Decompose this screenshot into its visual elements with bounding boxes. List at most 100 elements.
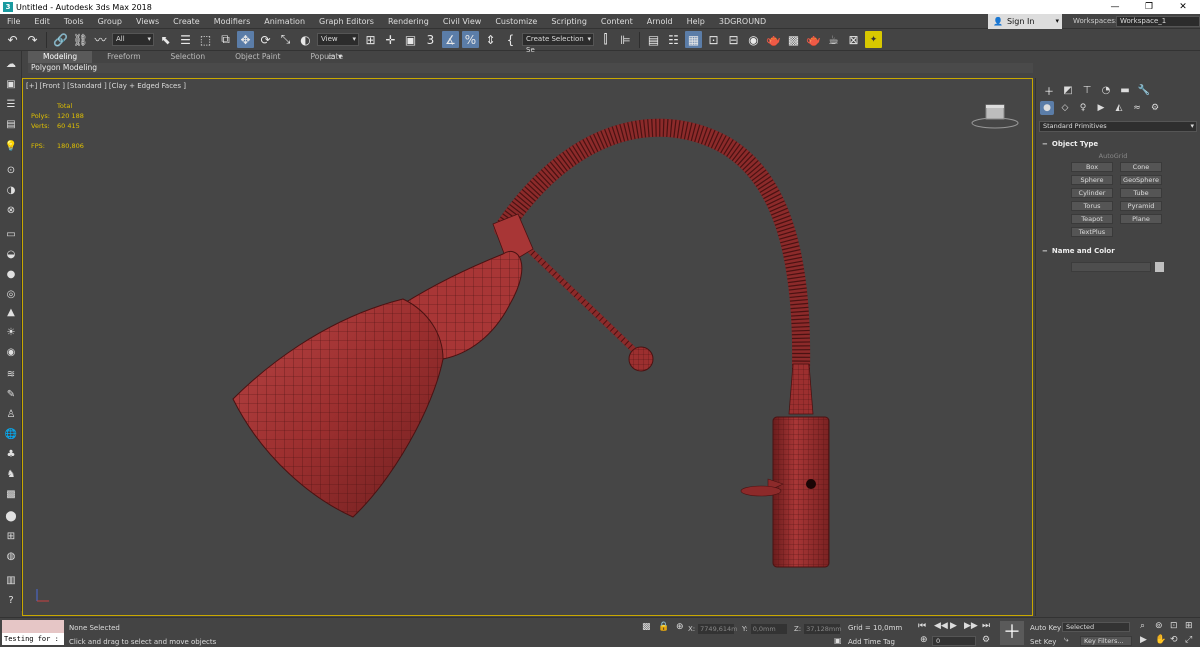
teapot-button[interactable]: Teapot [1071,214,1113,224]
time-tag-icon[interactable]: ▣ [834,636,842,645]
angle-snap-icon[interactable]: ∡ [442,31,459,48]
primitive-type-select[interactable]: Standard Primitives [1039,121,1197,132]
previous-frame-icon[interactable]: ◀◀ [934,621,948,631]
scene-states-icon[interactable]: ▥ [3,573,19,587]
select-by-name-icon[interactable]: ☰ [177,31,194,48]
modify-tab-icon[interactable]: ◩ [1061,83,1075,97]
globe-icon[interactable]: 🌐 [3,427,19,441]
a360-icon[interactable]: ✦ [865,31,882,48]
material-ball-icon[interactable]: ⬤ [3,509,19,523]
lights-icon[interactable]: ♀ [1076,101,1090,115]
sun-icon[interactable]: ☀ [3,325,19,339]
shapes-icon[interactable]: ◇ [1058,101,1072,115]
menu-create[interactable]: Create [166,14,207,29]
y-value-field[interactable]: 0,0mm [750,624,787,634]
tree-icon[interactable]: ♣ [3,447,19,461]
name-color-rollout[interactable]: − Name and Color [1036,245,1200,257]
menu-content[interactable]: Content [594,14,640,29]
maxscript-input[interactable]: Testing for : [2,633,64,645]
set-keys-icon[interactable]: ＋ [1000,621,1024,645]
brush-icon[interactable]: ✎ [3,387,19,401]
character-icon[interactable]: ♞ [3,467,19,481]
ribbon-toggle-icon[interactable]: ▦ [685,31,702,48]
figure-icon[interactable]: ♙ [3,407,19,421]
systems-icon[interactable]: ⚙ [1148,101,1162,115]
menu-edit[interactable]: Edit [27,14,57,29]
menu-group[interactable]: Group [91,14,129,29]
mirror-icon[interactable]: ⫿ [597,31,614,48]
go-to-end-icon[interactable]: ⏭ [982,621,990,631]
key-filters-button[interactable]: Key Filters... [1080,636,1132,646]
menu-3dground[interactable]: 3DGROUND [712,14,773,29]
select-object-icon[interactable]: ⬉ [157,31,174,48]
cameras-icon[interactable]: ▶ [1094,101,1108,115]
key-mode-icon[interactable]: ⊕ [920,635,928,645]
object-name-input[interactable] [1071,262,1151,272]
set-key-button[interactable]: Set Key [1030,638,1056,646]
ribbon-options-icon[interactable]: ▭ ▾ [328,51,342,63]
pyramid-button[interactable]: Pyramid [1120,201,1162,211]
torus-icon[interactable]: ◎ [3,287,19,301]
hierarchy-tab-icon[interactable]: ⊤ [1080,83,1094,97]
workspace-select[interactable]: Workspace_1 [1116,16,1200,27]
menu-animation[interactable]: Animation [257,14,312,29]
default-tangent-icon[interactable]: ⤷ [1064,635,1068,645]
maximize-button[interactable]: ❐ [1132,0,1166,14]
manipulate-icon[interactable]: ✛ [382,31,399,48]
edit-named-selection-icon[interactable]: { [502,31,519,48]
cylinder-button[interactable]: Cylinder [1071,188,1113,198]
tube-button[interactable]: Tube [1120,188,1162,198]
spacewarp-icon[interactable]: ⊗ [3,203,19,217]
plane-button[interactable]: Plane [1120,214,1162,224]
select-move-icon[interactable]: ✥ [237,31,254,48]
redo-icon[interactable]: ↷ [24,31,41,48]
time-config-icon[interactable]: ⚙ [982,635,990,645]
menu-scripting[interactable]: Scripting [544,14,594,29]
curve-editor-icon[interactable]: ⊡ [705,31,722,48]
close-button[interactable]: ✕ [1166,0,1200,14]
create-tab-icon[interactable]: ＋ [1042,83,1056,98]
render-iterative-icon[interactable]: ☕ [825,31,842,48]
unlink-icon[interactable]: ⛓ [72,31,89,48]
tab-modeling[interactable]: Modeling [28,51,93,63]
x-value-field[interactable]: 7749,614m [698,624,738,634]
play-icon[interactable]: ▶ [950,621,957,631]
save-icon[interactable]: ▣ [3,77,19,91]
cone-button[interactable]: Cone [1120,162,1162,172]
bind-space-warp-icon[interactable]: 〰 [92,31,109,48]
cone-icon[interactable]: ▲ [3,305,19,319]
sign-in-button[interactable]: 👤 Sign In ▾ [988,14,1062,29]
next-frame-icon[interactable]: ▶▶ [964,621,978,631]
select-scale-icon[interactable]: ⤡ [277,31,294,48]
menu-file[interactable]: File [0,14,27,29]
keyboard-shortcut-icon[interactable]: ▣ [402,31,419,48]
menu-civil-view[interactable]: Civil View [436,14,489,29]
minimize-button[interactable]: — [1098,0,1132,14]
utilities-tab-icon[interactable]: 🔧 [1137,83,1151,97]
render-cloud-icon[interactable]: ⊠ [845,31,862,48]
z-value-field[interactable]: 37,128mm [804,624,842,634]
help-icon[interactable]: ? [3,593,19,607]
key-selection-select[interactable]: Selected [1062,622,1130,632]
maxscript-output[interactable] [2,620,64,633]
schematic-view-icon[interactable]: ⊟ [725,31,742,48]
scene-explorer-icon[interactable]: ▤ [645,31,662,48]
menu-rendering[interactable]: Rendering [381,14,436,29]
wall-lamp-model[interactable] [23,79,1033,616]
tab-selection[interactable]: Selection [156,51,221,63]
menu-arnold[interactable]: Arnold [640,14,680,29]
zoom-all-icon[interactable]: ⊚ [1155,621,1163,631]
autogrid-checkbox[interactable]: AutoGrid [1026,152,1200,160]
box-icon[interactable]: ▭ [3,227,19,241]
current-frame-field[interactable]: 0 [932,636,976,646]
box-button[interactable]: Box [1071,162,1113,172]
go-to-start-icon[interactable]: ⏮ [918,621,926,631]
isolate-selection-icon[interactable]: ▩ [642,622,651,632]
front-viewport[interactable]: [+] [Front ] [Standard ] [Clay + Edged F… [22,78,1033,616]
menu-views[interactable]: Views [129,14,166,29]
percent-snap-icon[interactable]: % [462,31,479,48]
pivot-center-icon[interactable]: ⊞ [362,31,379,48]
hair-icon[interactable]: ≋ [3,367,19,381]
zoom-extents-all-icon[interactable]: ⊞ [1185,621,1193,631]
selection-filter-select[interactable]: All [112,33,154,46]
